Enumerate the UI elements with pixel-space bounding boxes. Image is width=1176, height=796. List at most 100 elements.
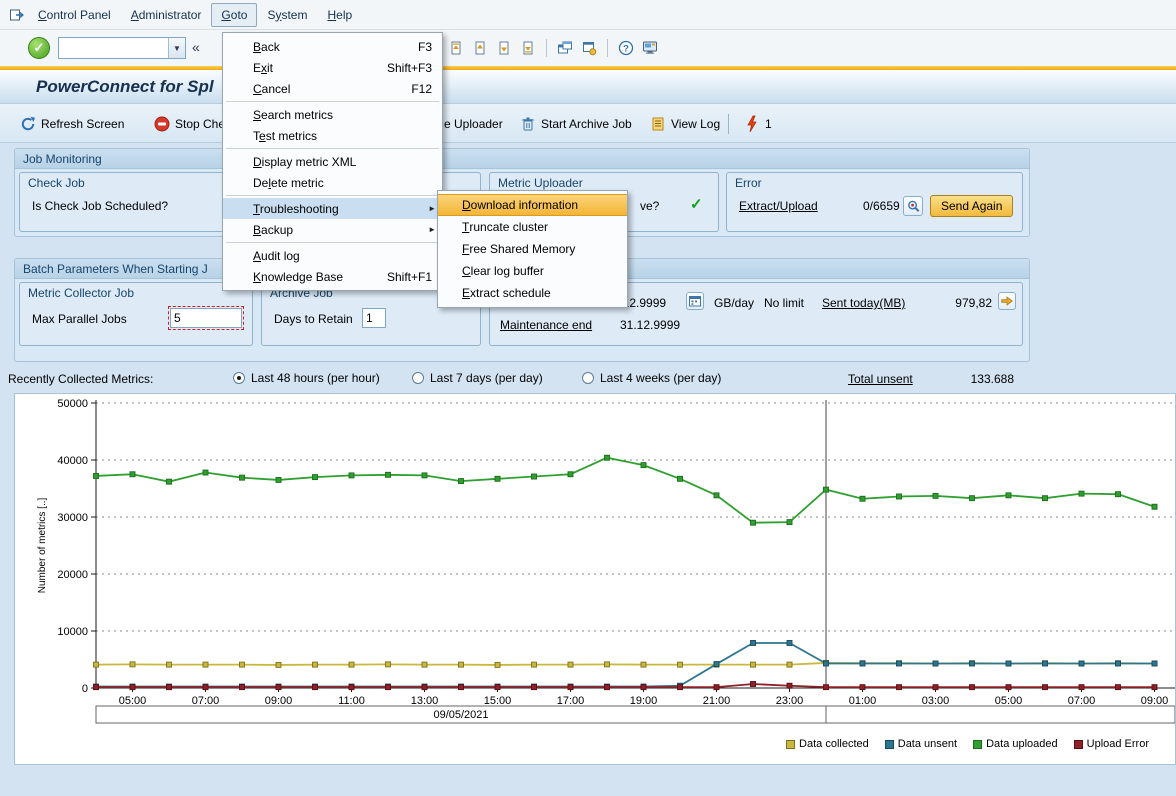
svg-text:10000: 10000 bbox=[57, 626, 88, 638]
radio-button-icon[interactable] bbox=[233, 372, 245, 384]
menu-item-test-metrics[interactable]: Test metrics bbox=[223, 125, 442, 146]
menu-shortcut: F3 bbox=[418, 40, 432, 54]
menu-item-backup[interactable]: Backup► bbox=[223, 219, 442, 240]
standard-toolbar: ✓ ▼ « ? bbox=[0, 30, 1176, 66]
max-parallel-jobs-field[interactable] bbox=[170, 308, 242, 328]
date-picker-button[interactable] bbox=[686, 292, 704, 310]
submenu-item-download-information[interactable]: Download information bbox=[438, 194, 627, 216]
svg-text:05:00: 05:00 bbox=[119, 695, 147, 707]
metric-collector-group: Metric Collector Job Max Parallel Jobs bbox=[19, 282, 253, 346]
menu-item-knowledge-base[interactable]: Knowledge BaseShift+F1 bbox=[223, 266, 442, 287]
metrics-line-chart[interactable]: 0100002000030000400005000005:0007:0009:0… bbox=[15, 394, 1175, 764]
svg-text:09:00: 09:00 bbox=[1141, 695, 1169, 707]
radio-button-icon[interactable] bbox=[412, 372, 424, 384]
alert-indicator[interactable]: 1 bbox=[740, 112, 776, 136]
chart-legend: Data collectedData unsentData uploadedUp… bbox=[786, 738, 1149, 750]
menu-help[interactable]: Help bbox=[317, 3, 362, 27]
send-again-button[interactable]: Send Again bbox=[930, 195, 1013, 217]
menu-administrator[interactable]: Administrator bbox=[121, 3, 212, 27]
legend-marker-icon bbox=[885, 740, 894, 749]
enter-button[interactable]: ✓ bbox=[28, 37, 50, 59]
job-monitoring-header[interactable]: Job Monitoring bbox=[15, 149, 1029, 169]
help-icon[interactable]: ? bbox=[616, 38, 636, 58]
maintenance-end-label: Maintenance end bbox=[500, 318, 592, 332]
no-limit-value: No limit bbox=[764, 296, 804, 310]
svg-text:15:00: 15:00 bbox=[484, 695, 512, 707]
new-session-icon[interactable] bbox=[555, 38, 575, 58]
days-to-retain-label: Days to Retain bbox=[274, 312, 353, 326]
submenu-item-extract-schedule[interactable]: Extract schedule bbox=[438, 282, 627, 304]
menu-item-back[interactable]: BackF3 bbox=[223, 36, 442, 57]
menu-item-cancel[interactable]: CancelF12 bbox=[223, 78, 442, 99]
menu-system[interactable]: System bbox=[257, 3, 317, 27]
radio-last-48-hours-per-hour[interactable]: Last 48 hours (per hour) bbox=[233, 371, 380, 385]
svg-text:21:00: 21:00 bbox=[703, 695, 731, 707]
magnifier-icon bbox=[906, 199, 921, 214]
radio-last-4-weeks-per-day[interactable]: Last 4 weeks (per day) bbox=[582, 371, 721, 385]
gb-day-label: GB/day bbox=[714, 296, 754, 310]
export-arrow-icon bbox=[1000, 294, 1014, 308]
troubleshooting-submenu-popup: Download informationTruncate clusterFree… bbox=[437, 190, 628, 308]
svg-text:50000: 50000 bbox=[57, 398, 88, 410]
stop-uploader-button[interactable]: e Uploader bbox=[440, 112, 507, 136]
submenu-item-free-shared-memory[interactable]: Free Shared Memory bbox=[438, 238, 627, 260]
days-to-retain-field[interactable] bbox=[362, 308, 386, 328]
last-page-icon[interactable] bbox=[518, 38, 538, 58]
metric-uploader-question-fragment: ve? bbox=[640, 199, 659, 213]
error-title: Error bbox=[735, 176, 762, 190]
svg-text:0: 0 bbox=[82, 683, 88, 695]
export-button[interactable] bbox=[998, 292, 1016, 310]
svg-text:05:00: 05:00 bbox=[995, 695, 1023, 707]
collapse-toolbar-icon[interactable]: « bbox=[192, 39, 200, 55]
view-log-button[interactable]: View Log bbox=[646, 112, 724, 136]
stop-check-button[interactable]: Stop Che bbox=[150, 112, 229, 136]
calendar-icon bbox=[688, 294, 702, 308]
menu-bar-items: Control PanelAdministratorGotoSystemHelp bbox=[28, 3, 362, 27]
display-errors-button[interactable] bbox=[903, 196, 923, 216]
create-shortcut-icon[interactable] bbox=[579, 38, 599, 58]
start-archive-job-button[interactable]: Start Archive Job bbox=[516, 112, 636, 136]
menu-control-panel[interactable]: Control Panel bbox=[28, 3, 121, 27]
extract-upload-value: 0/6659 bbox=[863, 199, 900, 213]
session-menu-icon[interactable] bbox=[6, 6, 28, 24]
submenu-item-clear-log-buffer[interactable]: Clear log buffer bbox=[438, 260, 627, 282]
metrics-filter-bar: Recently Collected Metrics: Last 48 hour… bbox=[0, 370, 1176, 390]
legend-item-data-collected: Data collected bbox=[786, 738, 869, 750]
svg-text:01:00: 01:00 bbox=[849, 695, 877, 707]
svg-text:30000: 30000 bbox=[57, 512, 88, 524]
menu-item-search-metrics[interactable]: Search metrics bbox=[223, 104, 442, 125]
legend-item-upload-error: Upload Error bbox=[1074, 738, 1149, 750]
refresh-screen-button[interactable]: Refresh Screen bbox=[16, 112, 128, 136]
radio-last-7-days-per-day[interactable]: Last 7 days (per day) bbox=[412, 371, 543, 385]
menu-shortcut: Shift+F1 bbox=[387, 270, 432, 284]
recently-collected-label: Recently Collected Metrics: bbox=[8, 372, 153, 386]
lightning-icon bbox=[744, 115, 760, 133]
svg-text:23:00: 23:00 bbox=[776, 695, 804, 707]
radio-button-icon[interactable] bbox=[582, 372, 594, 384]
first-page-icon[interactable] bbox=[446, 38, 466, 58]
previous-page-icon[interactable] bbox=[470, 38, 490, 58]
goto-menu-popup: BackF3ExitShift+F3CancelF12 Search metric… bbox=[222, 32, 443, 291]
command-input[interactable] bbox=[59, 38, 168, 58]
total-unsent-value: 133.688 bbox=[958, 372, 1014, 386]
next-page-icon[interactable] bbox=[494, 38, 514, 58]
menu-goto[interactable]: Goto bbox=[211, 3, 257, 27]
menu-separator bbox=[226, 101, 439, 102]
menu-item-delete-metric[interactable]: Delete metric bbox=[223, 172, 442, 193]
menu-separator bbox=[226, 195, 439, 196]
menu-item-troubleshooting[interactable]: Troubleshooting► bbox=[223, 198, 442, 219]
page-title: PowerConnect for Spl bbox=[36, 77, 214, 97]
check-icon: ✓ bbox=[34, 40, 45, 56]
submenu-item-truncate-cluster[interactable]: Truncate cluster bbox=[438, 216, 627, 238]
customize-layout-icon[interactable] bbox=[640, 38, 660, 58]
menu-item-exit[interactable]: ExitShift+F3 bbox=[223, 57, 442, 78]
svg-text:40000: 40000 bbox=[57, 455, 88, 467]
metrics-chart-panel: 0100002000030000400005000005:0007:0009:0… bbox=[14, 393, 1176, 765]
menu-separator bbox=[226, 148, 439, 149]
menu-item-display-metric-xml[interactable]: Display metric XML bbox=[223, 151, 442, 172]
menu-item-audit-log[interactable]: Audit log bbox=[223, 245, 442, 266]
dropdown-arrow-icon[interactable]: ▼ bbox=[168, 38, 185, 58]
error-group: Error Extract/Upload 0/6659 Send Again bbox=[726, 172, 1023, 232]
command-field[interactable]: ▼ bbox=[58, 37, 186, 59]
sent-today-value: 979,82 bbox=[948, 296, 992, 310]
